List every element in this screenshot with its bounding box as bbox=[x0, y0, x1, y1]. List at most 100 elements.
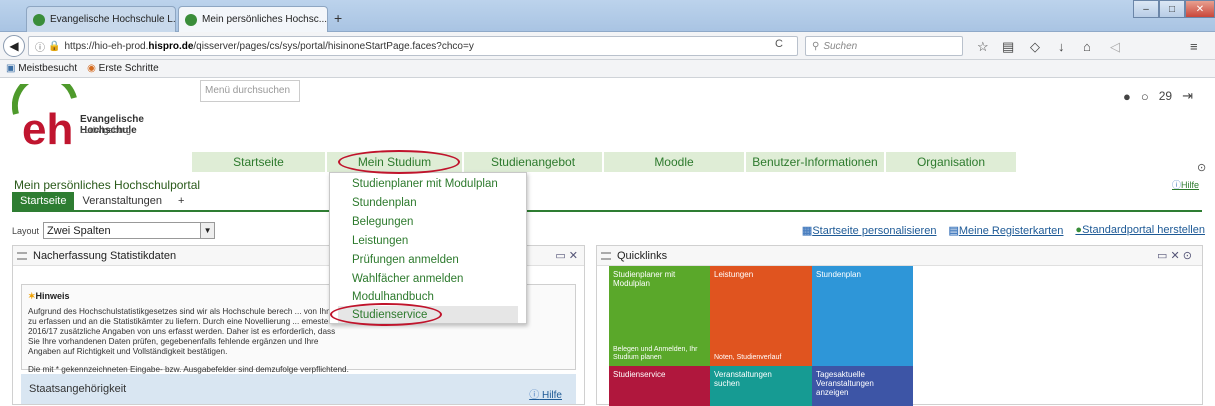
pocket-icon[interactable]: ◇ bbox=[1030, 39, 1040, 55]
url-host: hispro.de bbox=[148, 40, 194, 52]
favicon-icon bbox=[33, 13, 45, 26]
tile-leistungen[interactable]: Leistungen Noten, Studienverlauf bbox=[710, 266, 812, 366]
url-host-prefix: https://hio-eh-prod. bbox=[64, 40, 149, 52]
annotation-oval bbox=[338, 150, 460, 174]
menu-item-startseite[interactable]: Startseite bbox=[192, 152, 327, 172]
menu-item-benutzer-informationen[interactable]: Benutzer-Informationen bbox=[746, 152, 886, 172]
share-icon[interactable]: ◁ bbox=[1110, 39, 1120, 55]
menu-item-moodle[interactable]: Moodle bbox=[604, 152, 746, 172]
section-header: Staatsangehörigkeit ⓘ Hilfe bbox=[21, 374, 576, 404]
dropdown-item-modulhandbuch[interactable]: Modulhandbuch bbox=[352, 291, 434, 303]
close-icon[interactable]: ✕ bbox=[1171, 250, 1180, 262]
new-tab-button[interactable]: + bbox=[334, 10, 342, 26]
url-path: /qisserver/pages/cs/sys/portal/hisinoneS… bbox=[193, 40, 474, 52]
grid-icon: ▦ bbox=[801, 225, 813, 237]
chat-bubble-icon[interactable]: ○ bbox=[1141, 89, 1149, 104]
info-icon: ⓘ bbox=[529, 390, 540, 401]
home-icon[interactable]: ⌂ bbox=[1083, 39, 1091, 54]
bookmark-erste-schritte[interactable]: ◉ Erste Schritte bbox=[87, 63, 159, 74]
favicon-icon bbox=[185, 13, 197, 26]
help-link[interactable]: ⓘHilfe bbox=[1172, 178, 1199, 191]
tile-studienplaner[interactable]: Studienplaner mit Modulplan Belegen und … bbox=[609, 266, 710, 366]
bookmark-meistbesucht[interactable]: ▣ Meistbesucht bbox=[6, 63, 77, 74]
chevron-down-icon: ▼ bbox=[200, 223, 215, 238]
tabs-icon: ▤ bbox=[948, 225, 959, 237]
firefox-icon: ◉ bbox=[87, 63, 96, 74]
tile-studienservice[interactable]: Studienservice bbox=[609, 366, 710, 406]
user-icon[interactable]: ● bbox=[1123, 89, 1131, 104]
search-icon: ⚲ bbox=[812, 40, 820, 52]
dropdown-item-stundenplan[interactable]: Stundenplan bbox=[352, 197, 417, 209]
dropdown-item-belegungen[interactable]: Belegungen bbox=[352, 216, 413, 228]
dropdown-item-pruefungen[interactable]: Prüfungen anmelden bbox=[352, 254, 459, 266]
minimize-button[interactable]: – bbox=[1133, 0, 1159, 18]
layout-select[interactable]: Zwei Spalten ▼ bbox=[43, 222, 216, 239]
hinweis-text: Aufgrund des Hochschulstatistikgesetzes … bbox=[28, 307, 340, 356]
back-arrow-icon[interactable]: ◀ bbox=[3, 35, 25, 57]
section-help-link[interactable]: ⓘ Hilfe bbox=[529, 386, 562, 401]
logo-line-2: Ludwigsburg bbox=[80, 125, 132, 135]
close-icon[interactable]: ✕ bbox=[569, 250, 578, 262]
panel-title: Quicklinks bbox=[617, 249, 668, 262]
panel-controls: ▭ ✕ ⊙ bbox=[1157, 249, 1192, 262]
browser-titlebar: Evangelische Hochschule L... ✕ Mein pers… bbox=[0, 0, 1215, 32]
url-bar[interactable]: ⓘ 🔒 https://hio-eh-prod. hispro.de/qisser… bbox=[28, 36, 798, 56]
browser-tab[interactable]: Evangelische Hochschule L... ✕ bbox=[26, 6, 176, 32]
notification-count[interactable]: 29 bbox=[1159, 89, 1172, 103]
portal-tabs: Startseite Veranstaltungen + bbox=[12, 192, 1202, 212]
drag-handle-icon[interactable] bbox=[601, 252, 611, 260]
tab-title: Mein persönliches Hochsc... bbox=[202, 14, 328, 25]
tab-startseite[interactable]: Startseite bbox=[12, 192, 75, 210]
panel-header: Quicklinks ▭ ✕ ⊙ bbox=[597, 246, 1202, 266]
close-window-button[interactable]: ✕ bbox=[1185, 0, 1215, 18]
maximize-icon[interactable]: ▭ bbox=[1157, 250, 1167, 262]
layout-value: Zwei Spalten bbox=[47, 224, 111, 237]
main-menu: Startseite Mein Studium Studienangebot M… bbox=[192, 152, 1018, 172]
menu-icon[interactable]: ≡ bbox=[1190, 39, 1198, 54]
menu-item-studienangebot[interactable]: Studienangebot bbox=[464, 152, 604, 172]
collapse-header-icon[interactable]: ⊙ bbox=[1197, 161, 1206, 174]
page-title: Mein persönliches Hochschulportal bbox=[14, 178, 201, 192]
tab-veranstaltungen[interactable]: Veranstaltungen bbox=[74, 192, 170, 210]
browser-tab-active[interactable]: Mein persönliches Hochsc... ✕ bbox=[178, 6, 328, 32]
annotation-oval bbox=[330, 303, 442, 326]
mein-studium-dropdown: Studienplaner mit Modulplan Stundenplan … bbox=[329, 172, 527, 324]
svg-text:eh: eh bbox=[22, 105, 73, 150]
browser-navbar: ◀ ⓘ 🔒 https://hio-eh-prod. hispro.de/qiss… bbox=[0, 32, 1215, 60]
lock-icon: 🔒 bbox=[48, 40, 61, 52]
add-tab-button[interactable]: + bbox=[170, 192, 192, 210]
reading-list-icon[interactable]: ▤ bbox=[1002, 39, 1014, 55]
drag-handle-icon[interactable] bbox=[17, 252, 27, 260]
dropdown-item-studienplaner[interactable]: Studienplaner mit Modulplan bbox=[352, 178, 498, 190]
reload-icon[interactable]: C bbox=[775, 38, 783, 50]
quicklinks-panel: Quicklinks ▭ ✕ ⊙ Studienplaner mit Modul… bbox=[596, 245, 1203, 406]
tab-title: Evangelische Hochschule L... bbox=[50, 14, 176, 25]
layout-row: Layout Zwei Spalten ▼ bbox=[12, 222, 216, 239]
bookmarks-bar: ▣ Meistbesucht ◉ Erste Schritte bbox=[0, 60, 1215, 78]
panel-title: Nacherfassung Statistikdaten bbox=[33, 249, 177, 262]
default-portal-link[interactable]: ●Standardportal herstellen bbox=[1075, 224, 1205, 237]
dropdown-item-leistungen[interactable]: Leistungen bbox=[352, 235, 408, 247]
register-tabs-link[interactable]: ▤Meine Registerkarten bbox=[948, 224, 1063, 237]
menu-search-input[interactable]: Menü durchsuchen bbox=[200, 80, 300, 102]
menu-item-organisation[interactable]: Organisation bbox=[886, 152, 1018, 172]
collapse-icon[interactable]: ⊙ bbox=[1183, 250, 1192, 262]
logo[interactable]: eh Evangelische Hochschule Ludwigsburg bbox=[11, 72, 192, 154]
tile-veranstaltungen-suchen[interactable]: Veranstaltungen suchen bbox=[710, 366, 812, 406]
dropdown-item-wahlfaecher[interactable]: Wahlfächer anmelden bbox=[352, 273, 463, 285]
panel-controls: ▭ ✕ bbox=[555, 249, 578, 262]
close-tab-icon[interactable]: ✕ bbox=[327, 14, 328, 25]
maximize-icon[interactable]: ▭ bbox=[555, 250, 565, 262]
personalize-link[interactable]: ▦Startseite personalisieren bbox=[802, 224, 937, 237]
maximize-button[interactable]: □ bbox=[1159, 0, 1185, 18]
tile-tagesaktuelle-veranstaltungen[interactable]: Tagesaktuelle Veranstaltungen anzeigen bbox=[812, 366, 913, 406]
bookmark-star-icon[interactable]: ☆ bbox=[977, 39, 989, 55]
section-title: Staatsangehörigkeit bbox=[29, 383, 127, 395]
logout-icon[interactable]: ⇥ bbox=[1182, 88, 1193, 104]
info-icon: ⓘ bbox=[35, 42, 45, 54]
header-icons: ● ○ 29 ⇥ bbox=[1123, 88, 1193, 104]
browser-search-input[interactable]: ⚲ Suchen bbox=[805, 36, 963, 56]
tile-stundenplan[interactable]: Stundenplan bbox=[812, 266, 913, 366]
info-icon: ⓘ bbox=[1172, 180, 1182, 190]
download-icon[interactable]: ↓ bbox=[1058, 39, 1065, 54]
